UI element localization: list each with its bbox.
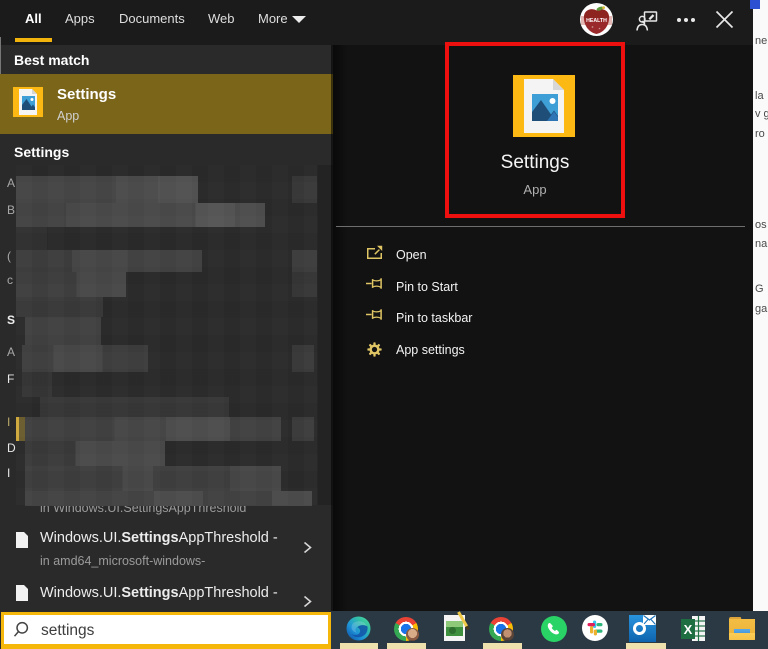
svg-text:HEALTH: HEALTH — [586, 18, 607, 24]
